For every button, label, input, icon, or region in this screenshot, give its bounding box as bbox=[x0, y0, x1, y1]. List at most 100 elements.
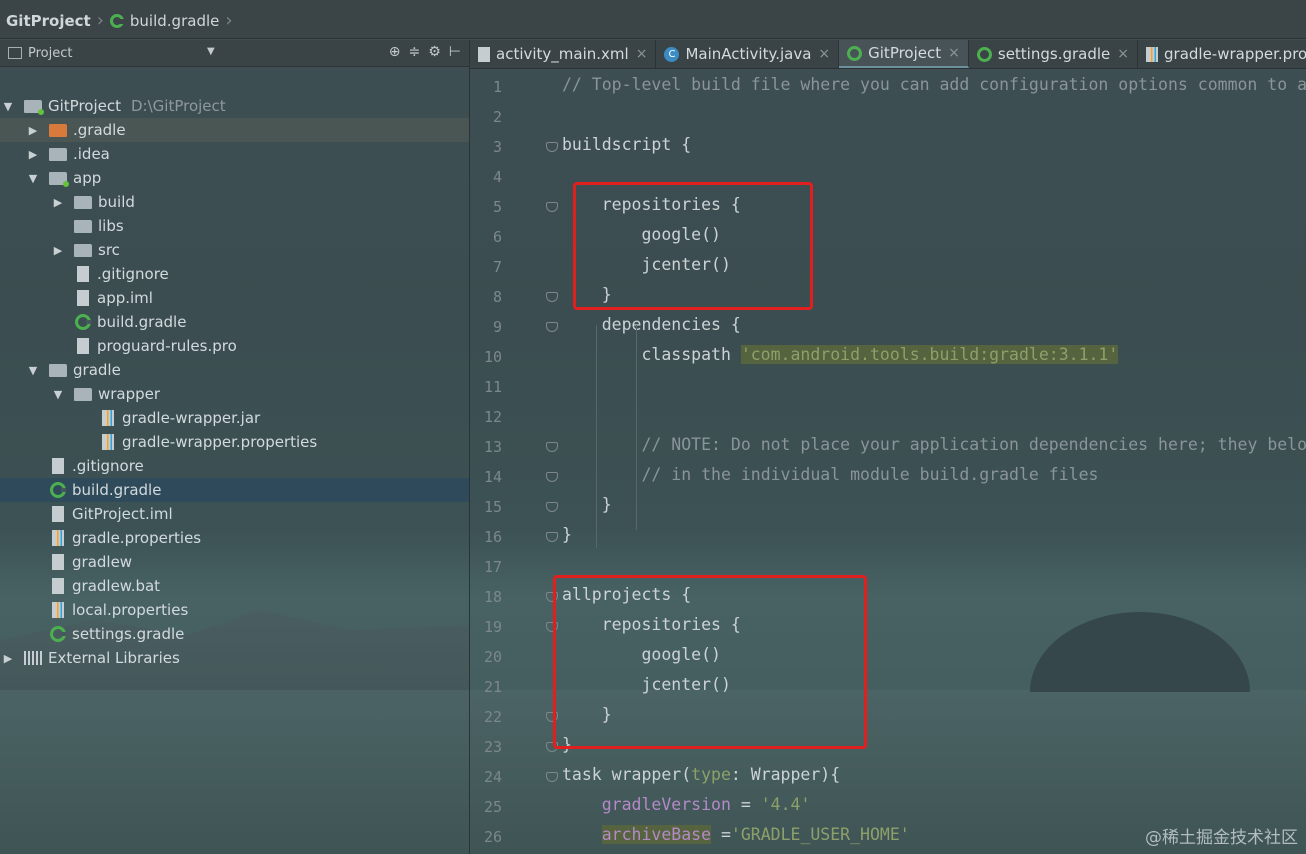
tree-item-label: .gradle bbox=[73, 121, 126, 139]
tree-item[interactable]: gradlew bbox=[0, 550, 469, 574]
chevron-right-icon: › bbox=[96, 10, 104, 31]
line-number: 8 bbox=[492, 288, 502, 306]
xml-icon bbox=[478, 46, 490, 62]
tree-item[interactable]: settings.gradle bbox=[0, 622, 469, 646]
line-number: 11 bbox=[483, 378, 502, 396]
jar-icon bbox=[102, 410, 114, 426]
code-line[interactable]: } bbox=[562, 495, 612, 525]
expand-arrow-icon[interactable]: ▼ bbox=[27, 172, 39, 185]
line-number: 26 bbox=[483, 828, 502, 846]
tree-item[interactable]: app.iml bbox=[0, 286, 469, 310]
project-view-selector[interactable]: Project bbox=[28, 46, 72, 61]
settings-gear-icon[interactable]: ⚙ bbox=[428, 44, 441, 60]
collapse-arrow-icon[interactable]: ▶ bbox=[52, 244, 64, 257]
tree-item[interactable]: gradle-wrapper.properties bbox=[0, 430, 469, 454]
tree-item-label: .idea bbox=[73, 145, 110, 163]
hide-pane-icon[interactable]: ⊢ bbox=[449, 44, 461, 60]
gradle-icon bbox=[50, 626, 66, 642]
fold-marker-icon[interactable] bbox=[546, 532, 558, 542]
line-number: 22 bbox=[483, 708, 502, 726]
close-tab-icon[interactable]: × bbox=[818, 46, 830, 62]
tree-item[interactable]: ▼ GitProject D:\GitProject bbox=[0, 94, 469, 118]
tree-item[interactable]: ▶ External Libraries bbox=[0, 646, 469, 670]
tree-item[interactable]: .gitignore bbox=[0, 454, 469, 478]
expand-arrow-icon[interactable]: ▼ bbox=[27, 364, 39, 377]
code-line[interactable]: // NOTE: Do not place your application d… bbox=[562, 435, 1306, 465]
project-view-icon bbox=[8, 47, 22, 59]
collapse-arrow-icon[interactable]: ▶ bbox=[52, 196, 64, 209]
tree-item[interactable]: ▶ .idea bbox=[0, 142, 469, 166]
expand-arrow-icon[interactable]: ▼ bbox=[2, 100, 14, 113]
tree-item[interactable]: build.gradle bbox=[0, 310, 469, 334]
collapse-arrow-icon[interactable]: ▶ bbox=[2, 652, 14, 665]
folder-icon bbox=[74, 195, 92, 209]
collapse-arrow-icon[interactable]: ▶ bbox=[27, 124, 39, 137]
tree-item-path: D:\GitProject bbox=[131, 97, 226, 115]
close-tab-icon[interactable]: × bbox=[1117, 46, 1129, 62]
locate-file-icon[interactable]: ⊕ bbox=[389, 44, 401, 60]
breadcrumb-file[interactable]: build.gradle bbox=[130, 12, 219, 30]
fold-marker-icon[interactable] bbox=[546, 142, 558, 152]
breadcrumb: GitProject › build.gradle › bbox=[6, 10, 233, 31]
tree-item-label: libs bbox=[98, 217, 124, 235]
expand-arrow-icon[interactable]: ▼ bbox=[52, 388, 64, 401]
editor-tab[interactable]: settings.gradle × bbox=[969, 40, 1138, 68]
tree-item[interactable]: ▶ src bbox=[0, 238, 469, 262]
fold-marker-icon[interactable] bbox=[546, 292, 558, 302]
tree-item[interactable]: ▶ build bbox=[0, 190, 469, 214]
tree-item[interactable]: gradle-wrapper.jar bbox=[0, 406, 469, 430]
code-line[interactable]: dependencies { bbox=[562, 315, 741, 345]
code-line[interactable]: classpath 'com.android.tools.build:gradl… bbox=[562, 345, 1119, 375]
close-tab-icon[interactable]: × bbox=[636, 46, 648, 62]
dropdown-arrow-icon[interactable]: ▼ bbox=[207, 46, 215, 57]
tree-item[interactable]: proguard-rules.pro bbox=[0, 334, 469, 358]
fold-marker-icon[interactable] bbox=[546, 472, 558, 482]
fold-marker-icon[interactable] bbox=[546, 442, 558, 452]
fold-marker-icon[interactable] bbox=[546, 772, 558, 782]
fold-marker-icon[interactable] bbox=[546, 202, 558, 212]
line-number: 25 bbox=[483, 798, 502, 816]
tree-item-label: app.iml bbox=[97, 289, 153, 307]
line-number: 23 bbox=[483, 738, 502, 756]
line-number: 7 bbox=[492, 258, 502, 276]
editor-tab[interactable]: GitProject × bbox=[839, 40, 969, 68]
editor-tab[interactable]: gradle-wrapper.pro bbox=[1138, 40, 1306, 68]
tree-item[interactable]: ▼ gradle bbox=[0, 358, 469, 382]
breadcrumb-project[interactable]: GitProject bbox=[6, 12, 91, 30]
line-number: 6 bbox=[492, 228, 502, 246]
code-line[interactable]: archiveBase ='GRADLE_USER_HOME' bbox=[562, 825, 910, 854]
line-number: 10 bbox=[483, 348, 502, 366]
watermark: @稀土掘金技术社区 bbox=[1145, 828, 1298, 848]
code-line[interactable]: task wrapper(type: Wrapper){ bbox=[562, 765, 840, 795]
tree-item[interactable]: local.properties bbox=[0, 598, 469, 622]
code-line[interactable]: } bbox=[562, 525, 572, 555]
fold-marker-icon[interactable] bbox=[546, 322, 558, 332]
tree-item[interactable]: build.gradle bbox=[0, 478, 469, 502]
close-tab-icon[interactable]: × bbox=[948, 45, 960, 61]
line-number: 9 bbox=[492, 318, 502, 336]
collapse-arrow-icon[interactable]: ▶ bbox=[27, 148, 39, 161]
code-editor[interactable]: 1 2 3 4 5 6 7 8 9 10 11 12 13 14 15 16 17 18 19 20 21 22 23 24 2… bbox=[470, 70, 1306, 854]
code-line[interactable]: // in the individual module build.gradle… bbox=[562, 465, 1098, 495]
tree-item[interactable]: ▼ app bbox=[0, 166, 469, 190]
code-line[interactable]: buildscript { bbox=[562, 135, 691, 165]
editor-tab-label: gradle-wrapper.pro bbox=[1164, 45, 1306, 63]
fold-marker-icon[interactable] bbox=[546, 502, 558, 512]
code-line[interactable]: // Top-level build file where you can ad… bbox=[562, 75, 1306, 105]
tree-item[interactable]: .gitignore bbox=[0, 262, 469, 286]
line-number: 5 bbox=[492, 198, 502, 216]
file-icon bbox=[52, 554, 64, 570]
gradle-icon bbox=[847, 45, 863, 61]
tree-item[interactable]: ▶ .gradle bbox=[0, 118, 469, 142]
code-line[interactable]: gradleVersion = '4.4' bbox=[562, 795, 811, 825]
tree-item[interactable]: gradlew.bat bbox=[0, 574, 469, 598]
folder-icon bbox=[74, 387, 92, 401]
tree-item[interactable]: gradle.properties bbox=[0, 526, 469, 550]
tree-item[interactable]: GitProject.iml bbox=[0, 502, 469, 526]
editor-tab[interactable]: C MainActivity.java × bbox=[656, 40, 840, 68]
editor-tab[interactable]: activity_main.xml × bbox=[470, 40, 657, 68]
tree-item-label: gradle bbox=[73, 361, 121, 379]
tree-item[interactable]: libs bbox=[0, 214, 469, 238]
tree-item[interactable]: ▼ wrapper bbox=[0, 382, 469, 406]
collapse-all-icon[interactable]: ≑ bbox=[409, 44, 421, 60]
